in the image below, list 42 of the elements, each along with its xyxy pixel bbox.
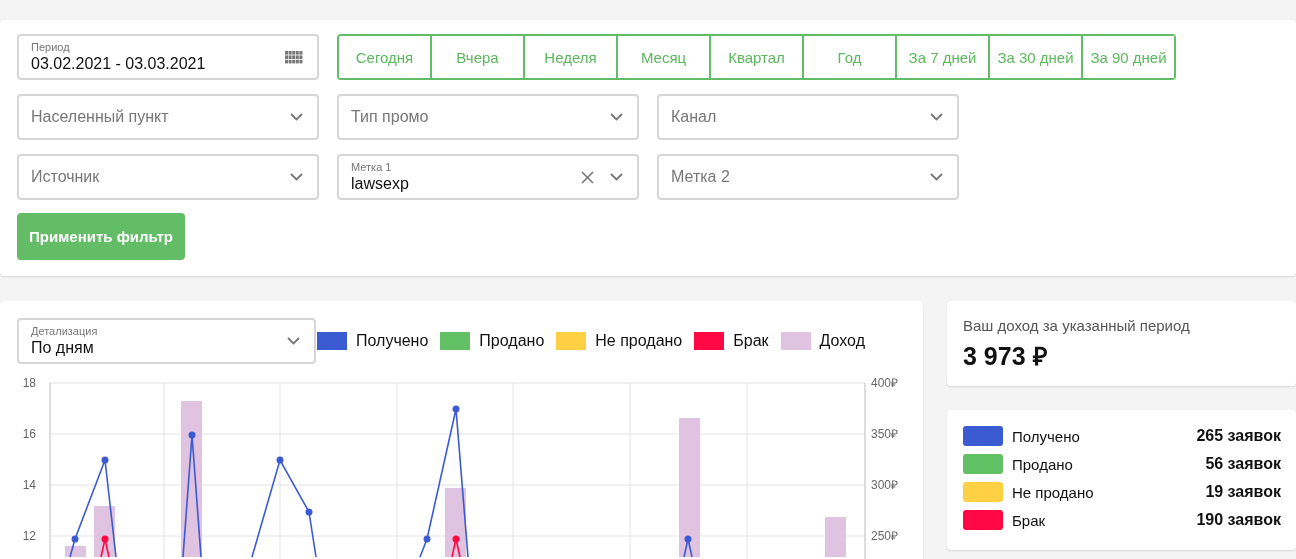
status-count: 19 заявок	[1205, 483, 1281, 501]
chevron-down-icon	[930, 113, 943, 121]
income-value: 3 973 ₽	[963, 341, 1049, 372]
legend-label: Не продано	[595, 332, 683, 350]
axis-label: 16	[22, 427, 36, 441]
axis-label: 14	[22, 478, 36, 492]
select-field[interactable]: Населенный пункт	[17, 94, 319, 140]
axis-label: 12	[22, 529, 36, 543]
select-field[interactable]: Канал	[657, 94, 959, 140]
income-label: Ваш доход за указанный период	[963, 317, 1191, 334]
status-count: 56 заявок	[1205, 455, 1281, 473]
select-field[interactable]: Метка 2	[657, 154, 959, 200]
status-label: Продано	[1012, 455, 1074, 473]
axis-label: 18	[22, 376, 36, 390]
status-count: 190 заявок	[1196, 511, 1281, 529]
legend-label: Доход	[819, 332, 865, 350]
axis-label: 300₽	[871, 478, 899, 492]
legend-label: Продано	[479, 332, 545, 350]
axis-label: 400₽	[871, 376, 899, 390]
chevron-down-icon	[610, 113, 623, 121]
clear-icon[interactable]	[581, 170, 594, 184]
apply-filter-button[interactable]: Применить фильтр	[17, 213, 185, 260]
chevron-down-icon	[610, 173, 623, 181]
status-label: Брак	[1012, 511, 1047, 529]
select-field[interactable]: Тип промо	[337, 94, 639, 140]
select-field[interactable]: Метка 1 lawsexp	[337, 154, 639, 200]
status-count: 265 заявок	[1196, 427, 1281, 445]
select-field[interactable]: Источник	[17, 154, 319, 200]
status-label: Получено	[1012, 427, 1081, 445]
chevron-down-icon	[287, 337, 300, 345]
axis-label: 350₽	[871, 427, 899, 441]
calendar-grid-icon	[285, 50, 303, 64]
axis-label: 250₽	[871, 529, 899, 543]
legend-label: Брак	[733, 332, 769, 350]
detail-select-field[interactable]: Детализация По дням	[17, 318, 316, 364]
status-label: Не продано	[1012, 483, 1095, 501]
chevron-down-icon	[930, 173, 943, 181]
period-preset-button[interactable]: За 90 дней	[1081, 36, 1174, 78]
chevron-down-icon	[290, 113, 303, 121]
date-range-field[interactable]: Период 03.02.2021 - 03.03.2021	[17, 34, 319, 80]
chevron-down-icon	[290, 173, 303, 181]
legend-label: Получено	[356, 332, 429, 350]
